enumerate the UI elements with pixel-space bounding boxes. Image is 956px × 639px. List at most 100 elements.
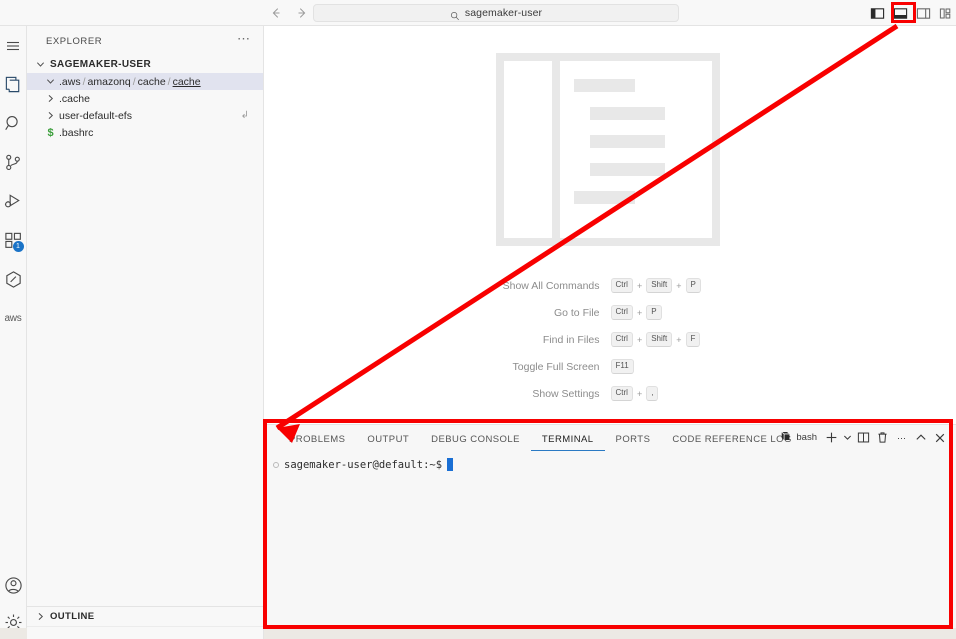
- shortcut-label: Find in Files: [542, 333, 600, 346]
- account-icon[interactable]: [0, 566, 27, 605]
- close-panel-button[interactable]: [930, 428, 949, 447]
- hexagon-icon[interactable]: [0, 260, 27, 299]
- tab-terminal[interactable]: TERMINAL: [530, 434, 605, 451]
- placeholder-line: [574, 79, 635, 92]
- vscode-window: sagemaker-user 1 aws EXPLORER ⋯ SAGEMAKE…: [0, 0, 956, 639]
- customize-layout-button[interactable]: [938, 5, 954, 21]
- key-cap: Ctrl: [610, 332, 633, 347]
- symlink-icon: ↲: [240, 110, 249, 121]
- shortcut-keys: Ctrl + Shift + P: [610, 278, 811, 293]
- active-terminal-selector[interactable]: bash: [775, 428, 822, 447]
- bottom-panel: PROBLEMS OUTPUT DEBUG CONSOLE TERMINAL P…: [265, 424, 956, 629]
- path-segment-0: .aws: [59, 75, 81, 88]
- tree-item-bashrc[interactable]: $ .bashrc: [27, 124, 263, 141]
- shortcut-label: Toggle Full Screen: [512, 360, 600, 373]
- key-cap: Ctrl: [610, 305, 633, 320]
- aws-icon[interactable]: aws: [0, 299, 27, 338]
- command-center-search[interactable]: sagemaker-user: [313, 4, 679, 22]
- key-cap: Shift: [646, 278, 673, 293]
- tree-item-label: .cache: [59, 92, 90, 105]
- command-center-value: sagemaker-user: [464, 7, 543, 19]
- path-segment-2: cache: [137, 75, 166, 88]
- search-icon[interactable]: [0, 104, 27, 143]
- shortcut-keys: F11: [610, 359, 811, 374]
- split-terminal-button[interactable]: [854, 428, 873, 447]
- panel-actions: bash ⋯: [775, 428, 949, 447]
- shortcut-row: Toggle Full Screen F11: [265, 353, 956, 380]
- terminal-output[interactable]: sagemaker-user@default:~$: [265, 451, 956, 629]
- tab-ports[interactable]: PORTS: [605, 434, 662, 451]
- hamburger-menu-icon[interactable]: [0, 26, 27, 65]
- outline-label: OUTLINE: [50, 611, 95, 622]
- explorer-sidebar: EXPLORER ⋯ SAGEMAKER-USER .aws / amazonq / c…: [27, 26, 264, 639]
- shortcut-label: Show Settings: [532, 387, 600, 400]
- tree-item-aws-amazonq-cache[interactable]: .aws / amazonq / cache / cache: [27, 73, 263, 90]
- key-cap: P: [685, 278, 701, 293]
- terminal-prompt-line: sagemaker-user@default:~$: [273, 457, 956, 472]
- arrow-left-icon[interactable]: [268, 5, 284, 21]
- terminal-cursor: [447, 458, 454, 471]
- tree-item-label: .aws / amazonq / cache / cache: [59, 75, 201, 88]
- new-terminal-dropdown-button[interactable]: [841, 428, 854, 447]
- placeholder-line: [590, 135, 665, 148]
- trash-icon[interactable]: [873, 428, 892, 447]
- shortcut-keys: Ctrl + Shift + F: [610, 332, 811, 347]
- source-control-icon[interactable]: [0, 143, 27, 182]
- extensions-icon[interactable]: 1: [0, 221, 27, 260]
- tab-debug-console[interactable]: DEBUG CONSOLE: [420, 434, 531, 451]
- ellipsis-icon[interactable]: ⋯: [237, 32, 251, 48]
- placeholder-line: [590, 107, 665, 120]
- tree-item-label: user-default-efs: [59, 109, 132, 122]
- shortcut-row: Find in Files Ctrl + Shift + F: [265, 326, 956, 353]
- tree-item-cache[interactable]: .cache: [27, 90, 263, 107]
- outline-header[interactable]: OUTLINE: [27, 606, 264, 626]
- chevron-down-icon: [44, 75, 57, 88]
- arrow-right-icon[interactable]: [294, 5, 310, 21]
- extensions-badge: 1: [12, 241, 24, 252]
- placeholder-line: [590, 163, 665, 176]
- shortcut-label: Show All Commands: [502, 279, 600, 292]
- shortcut-keys: Ctrl + P: [610, 305, 811, 320]
- activity-bar: 1 aws: [0, 26, 27, 639]
- tree-root-sagemaker-user[interactable]: SAGEMAKER-USER: [27, 56, 263, 73]
- key-cap: ,: [646, 386, 659, 401]
- tab-problems[interactable]: PROBLEMS: [278, 434, 356, 451]
- toggle-primary-sidebar-button[interactable]: [869, 5, 885, 21]
- chevron-right-icon: [44, 92, 57, 105]
- shell-file-icon: $: [47, 126, 54, 139]
- welcome-shortcuts: Show All Commands Ctrl + Shift + P Go to…: [265, 272, 956, 407]
- toggle-secondary-sidebar-button[interactable]: [915, 5, 931, 21]
- shortcut-row: Go to File Ctrl + P: [265, 299, 956, 326]
- terminal-name-label: bash: [796, 432, 817, 443]
- toggle-panel-button[interactable]: [892, 5, 908, 21]
- shortcut-row: Show Settings Ctrl + ,: [265, 380, 956, 407]
- placeholder-sidebar: [504, 61, 560, 238]
- chevron-right-icon: [44, 109, 57, 122]
- placeholder-content: [560, 61, 712, 238]
- layout-controls: [869, 0, 954, 26]
- new-terminal-button[interactable]: [822, 428, 841, 447]
- key-cap: Ctrl: [610, 386, 633, 401]
- search-icon: [450, 8, 460, 21]
- path-segment-1: amazonq: [87, 75, 131, 88]
- tree-item-user-default-efs[interactable]: user-default-efs ↲: [27, 107, 263, 124]
- placeholder-line: [574, 191, 635, 204]
- key-cap: P: [646, 305, 662, 320]
- shortcut-keys: Ctrl + ,: [610, 386, 811, 401]
- key-cap: Shift: [646, 332, 673, 347]
- shortcut-row: Show All Commands Ctrl + Shift + P: [265, 272, 956, 299]
- maximize-panel-button[interactable]: [911, 428, 930, 447]
- run-debug-icon[interactable]: [0, 182, 27, 221]
- tree-root-label: SAGEMAKER-USER: [50, 59, 152, 70]
- chevron-down-icon: [34, 58, 47, 71]
- panel-more-actions-button[interactable]: ⋯: [892, 428, 911, 447]
- path-segment-3: cache: [172, 75, 201, 88]
- tab-output[interactable]: OUTPUT: [356, 434, 420, 451]
- command-marker-icon: [273, 461, 279, 468]
- terminal-prompt-text: sagemaker-user@default:~$: [284, 458, 443, 471]
- sidebar-title: EXPLORER: [46, 35, 103, 47]
- key-cap: F11: [610, 359, 634, 374]
- key-cap: Ctrl: [610, 278, 633, 293]
- files-icon[interactable]: [0, 65, 27, 104]
- terminal-bash-icon: [780, 429, 792, 447]
